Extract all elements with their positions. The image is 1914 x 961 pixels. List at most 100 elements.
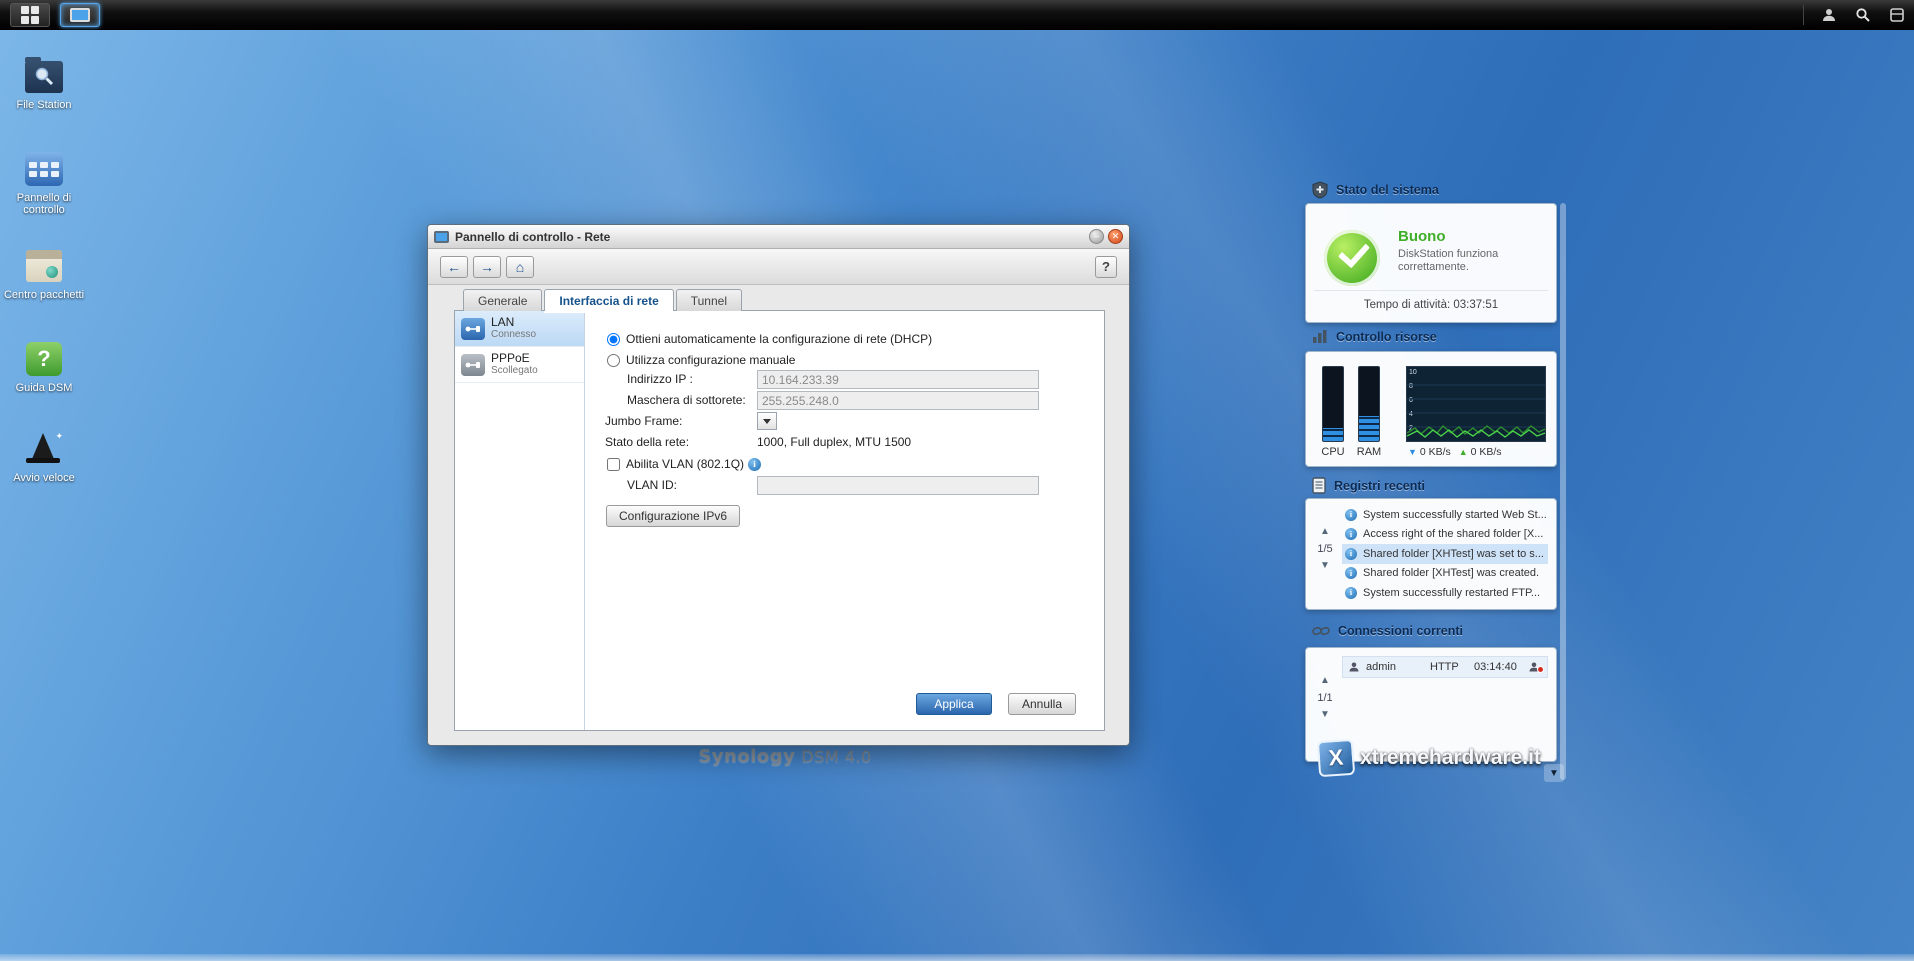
logs-page-down-button[interactable]: ▼: [1320, 561, 1330, 571]
network-graph: 10 8 6 4 2: [1406, 366, 1546, 442]
info-icon: i: [1345, 587, 1357, 599]
subnet-field[interactable]: [757, 391, 1039, 410]
network-state-value: 1000, Full duplex, MTU 1500: [757, 435, 911, 449]
back-button[interactable]: ←: [440, 256, 468, 278]
info-icon: i: [1345, 528, 1357, 540]
link-icon: [1312, 624, 1330, 638]
shield-icon: [1312, 181, 1328, 199]
interface-list: LAN Connesso PPPoE Scollegato: [455, 311, 585, 730]
forward-button[interactable]: →: [473, 256, 501, 278]
upload-speed: 0 KB/s: [1471, 446, 1502, 458]
system-status-header: Stato del sistema: [1312, 181, 1439, 199]
desktop-icon-control-panel[interactable]: Pannello di controllo: [3, 150, 85, 216]
sidebar-scrollbar[interactable]: [1560, 203, 1566, 780]
window-titlebar[interactable]: Pannello di controllo - Rete – ✕: [428, 225, 1129, 249]
log-row[interactable]: i Shared folder [XHTest] was set to s...: [1342, 544, 1548, 564]
connections-pager: ▲ 1/1 ▼: [1312, 676, 1338, 720]
desktop: File Station Pannello di controllo Centr…: [0, 0, 1914, 961]
ip-label: Indirizzo IP :: [627, 372, 693, 386]
main-menu-icon: [21, 6, 39, 24]
resource-monitor-panel: CPU RAM 10 8 6 4 2 ▼ 0 KB/s ▲ 0 KB/s: [1305, 351, 1557, 467]
window-toolbar: ← → ⌂ ?: [428, 249, 1129, 285]
sidebar-collapse-button[interactable]: ▼: [1544, 764, 1564, 782]
desktop-icon-label: Pannello di controllo: [3, 192, 85, 216]
user-menu-button[interactable]: [1812, 0, 1846, 30]
vlan-checkbox[interactable]: [607, 458, 620, 471]
minimize-button[interactable]: –: [1089, 229, 1104, 244]
resource-monitor-header: Controllo risorse: [1312, 329, 1437, 344]
resource-monitor-title: Controllo risorse: [1336, 330, 1437, 344]
cancel-button[interactable]: Annulla: [1008, 693, 1076, 715]
connection-user: admin: [1366, 661, 1424, 673]
desktop-icon-package-center[interactable]: Centro pacchetti: [3, 247, 85, 301]
interface-item-lan[interactable]: LAN Connesso: [455, 311, 584, 347]
desktop-icon-label: Centro pacchetti: [4, 289, 84, 301]
ram-label: RAM: [1356, 446, 1382, 458]
taskbar-separator: [1803, 5, 1804, 25]
control-panel-icon: [23, 150, 65, 188]
log-row[interactable]: i Shared folder [XHTest] was created.: [1342, 564, 1548, 584]
log-text: System successfully restarted FTP...: [1363, 587, 1540, 599]
brand-watermark: X xtremehardware.it: [1318, 740, 1541, 776]
interface-name: PPPoE: [491, 352, 538, 365]
show-desktop-icon: [70, 8, 90, 22]
ram-meter: [1358, 366, 1380, 442]
log-row[interactable]: i Access right of the shared folder [X..…: [1342, 525, 1548, 545]
subnet-label: Maschera di sottorete:: [627, 393, 746, 407]
main-menu-button[interactable]: [10, 3, 50, 27]
log-text: System successfully started Web St...: [1363, 509, 1547, 521]
help-button[interactable]: ?: [1095, 256, 1117, 278]
quick-start-icon: ✦: [23, 430, 65, 468]
cpu-meter: [1322, 366, 1344, 442]
log-row[interactable]: i System successfully restarted FTP...: [1342, 583, 1548, 603]
widgets-icon: [1890, 8, 1904, 22]
log-text: Shared folder [XHTest] was set to s...: [1363, 548, 1544, 560]
interface-item-pppoe[interactable]: PPPoE Scollegato: [455, 347, 584, 383]
manual-radio-label: Utilizza configurazione manuale: [626, 353, 795, 367]
logs-page-up-button[interactable]: ▲: [1320, 527, 1330, 537]
tab-interfaccia-di-rete[interactable]: Interfaccia di rete: [544, 289, 673, 311]
vlan-id-field[interactable]: [757, 476, 1039, 495]
taskbar-right: [1795, 0, 1914, 29]
connections-page-down-button[interactable]: ▼: [1320, 710, 1330, 720]
desktop-icon-dsm-help[interactable]: ? Guida DSM: [3, 340, 85, 394]
ipv6-config-button[interactable]: Configurazione IPv6: [606, 505, 740, 527]
window-title-icon: [434, 231, 449, 243]
desktop-icon-label: Guida DSM: [16, 382, 73, 394]
info-icon[interactable]: i: [748, 458, 761, 471]
home-button[interactable]: ⌂: [506, 256, 534, 278]
dhcp-radio-label: Ottieni automaticamente la configurazion…: [626, 332, 932, 346]
connection-row[interactable]: admin HTTP 03:14:40: [1342, 656, 1548, 678]
kick-connection-icon[interactable]: [1528, 661, 1542, 673]
tab-generale[interactable]: Generale: [463, 289, 542, 311]
search-button[interactable]: [1846, 0, 1880, 30]
chevron-down-icon: [763, 419, 771, 424]
desktop-icon-file-station[interactable]: File Station: [3, 57, 85, 111]
connections-page-up-button[interactable]: ▲: [1320, 676, 1330, 686]
taskbar: [0, 0, 1914, 30]
lan-icon: [461, 318, 485, 340]
log-row[interactable]: i System successfully started Web St...: [1342, 505, 1548, 525]
status-description: DiskStation funziona correttamente.: [1398, 248, 1538, 274]
system-status-title: Stato del sistema: [1336, 183, 1439, 197]
show-desktop-button[interactable]: [60, 3, 100, 27]
jumbo-frame-dropdown[interactable]: [757, 412, 777, 430]
dsm-help-icon: ?: [23, 340, 65, 378]
bar-chart-icon: [1312, 329, 1328, 344]
connection-protocol: HTTP: [1430, 661, 1468, 673]
package-center-icon: [23, 247, 65, 285]
apply-button[interactable]: Applica: [916, 693, 992, 715]
manual-radio[interactable]: [607, 354, 620, 367]
current-connections-title: Connessioni correnti: [1338, 624, 1463, 638]
jumbo-frame-label: Jumbo Frame:: [605, 414, 682, 428]
widgets-button[interactable]: [1880, 0, 1914, 30]
dhcp-radio[interactable]: [607, 333, 620, 346]
tab-tunnel[interactable]: Tunnel: [676, 289, 742, 311]
system-status-panel: Buono DiskStation funziona correttamente…: [1305, 203, 1557, 323]
close-button[interactable]: ✕: [1108, 229, 1123, 244]
ip-field[interactable]: [757, 370, 1039, 389]
recent-logs-panel: ▲ 1/5 ▼ i System successfully started We…: [1305, 498, 1557, 610]
download-arrow-icon: ▼: [1408, 447, 1417, 457]
desktop-icon-quick-start[interactable]: ✦ Avvio veloce: [3, 430, 85, 484]
logs-pager: ▲ 1/5 ▼: [1312, 527, 1338, 571]
